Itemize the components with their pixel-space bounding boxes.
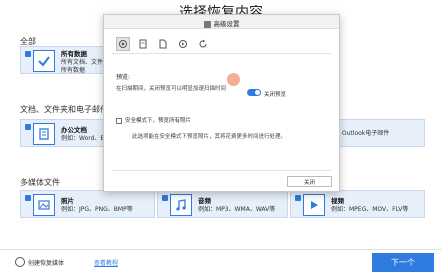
tabs-divider — [112, 53, 331, 54]
dialog-divider — [112, 170, 331, 171]
tab-refresh-icon — [199, 39, 207, 48]
checkbox-checked-icon[interactable] — [25, 51, 31, 57]
section-docs-label: 文档、文件夹和电子邮件 — [20, 105, 108, 114]
tab-file-icon — [159, 39, 167, 49]
photo-icon — [33, 194, 55, 216]
toggle-knob — [255, 90, 260, 95]
tab-document-icon — [139, 39, 147, 49]
tab-general-icon — [119, 40, 127, 48]
close-preview-label: 关闭预览 — [264, 92, 287, 98]
dialog-header: 高级设置 — [104, 15, 339, 29]
checkbox-checked-icon[interactable] — [25, 124, 31, 130]
tab-file[interactable] — [156, 37, 170, 51]
tutorial-link[interactable]: 查看教程 — [94, 258, 118, 267]
checkmark-icon — [33, 50, 55, 72]
safe-mode-row[interactable]: 安全模式下，预览所有照片 — [116, 116, 191, 124]
preview-label: 预览: — [116, 74, 131, 81]
create-media-link[interactable]: 创建恢复媒体 — [28, 258, 64, 267]
checkbox-checked-icon[interactable] — [162, 195, 168, 201]
tab-general[interactable] — [116, 37, 130, 51]
close-preview-toggle[interactable] — [247, 89, 261, 96]
checkbox-checked-icon[interactable] — [25, 195, 31, 201]
card-audio-desc: 例如：MP3、WMA、WAV等 — [198, 206, 276, 213]
music-note-icon — [170, 194, 192, 216]
card-all-data[interactable]: 所有数据 所有文档、文件 所有数据 — [20, 46, 112, 74]
card-photo-desc: 例如：JPG、PNG、BMP等 — [61, 206, 133, 213]
document-icon — [33, 123, 55, 145]
card-photo-title: 照片 — [61, 197, 74, 205]
tab-document[interactable] — [136, 37, 150, 51]
card-office[interactable]: 办公文档 例如：Word、Excel — [20, 119, 116, 147]
play-icon — [303, 194, 325, 216]
checkbox-checked-icon[interactable] — [295, 195, 301, 201]
section-media-label: 多媒体文件 — [20, 178, 60, 187]
close-button[interactable]: 关闭 — [287, 176, 332, 187]
tab-recover[interactable] — [176, 37, 190, 51]
tab-refresh[interactable] — [196, 37, 210, 51]
card-video-title: 视频 — [331, 197, 344, 205]
card-audio[interactable]: 音频 例如：MP3、WMA、WAV等 — [157, 190, 288, 218]
gear-icon[interactable] — [15, 257, 25, 267]
preview-description: 在扫描期间，关闭预览可以明显加速扫描时间 — [116, 86, 227, 92]
card-audio-title: 音频 — [198, 197, 211, 205]
advanced-settings-dialog: 高级设置 预览: 在扫描期间，关闭预览可以明显加速扫描时间 关闭预览 安全模式下… — [103, 14, 340, 192]
footer-bar: 创建恢复媒体 查看教程 下一个 — [0, 249, 442, 275]
card-all-data-desc1: 所有文档、文件 — [61, 59, 104, 66]
card-video[interactable]: 视频 例如：MPEG、MOV、FLV等 — [290, 190, 425, 218]
card-video-desc: 例如：MPEG、MOV、FLV等 — [331, 206, 409, 213]
safe-mode-checkbox[interactable] — [116, 117, 122, 124]
safe-mode-label: 安全模式下，预览所有照片 — [125, 118, 192, 124]
dialog-tabs — [116, 37, 216, 51]
card-photo[interactable]: 照片 例如：JPG、PNG、BMP等 — [20, 190, 155, 218]
card-all-data-title: 所有数据 — [61, 50, 87, 58]
tab-recover-icon — [179, 40, 187, 48]
dialog-title: 高级设置 — [213, 20, 240, 28]
next-button[interactable]: 下一个 — [372, 253, 434, 272]
safe-mode-note: 此选项能在安全模式下预览照片，其将花费更多时间进行处理。 — [132, 134, 287, 140]
card-office-title: 办公文档 — [61, 126, 87, 134]
card-all-data-desc2: 所有数据 — [61, 67, 86, 74]
settings-icon — [203, 20, 211, 28]
